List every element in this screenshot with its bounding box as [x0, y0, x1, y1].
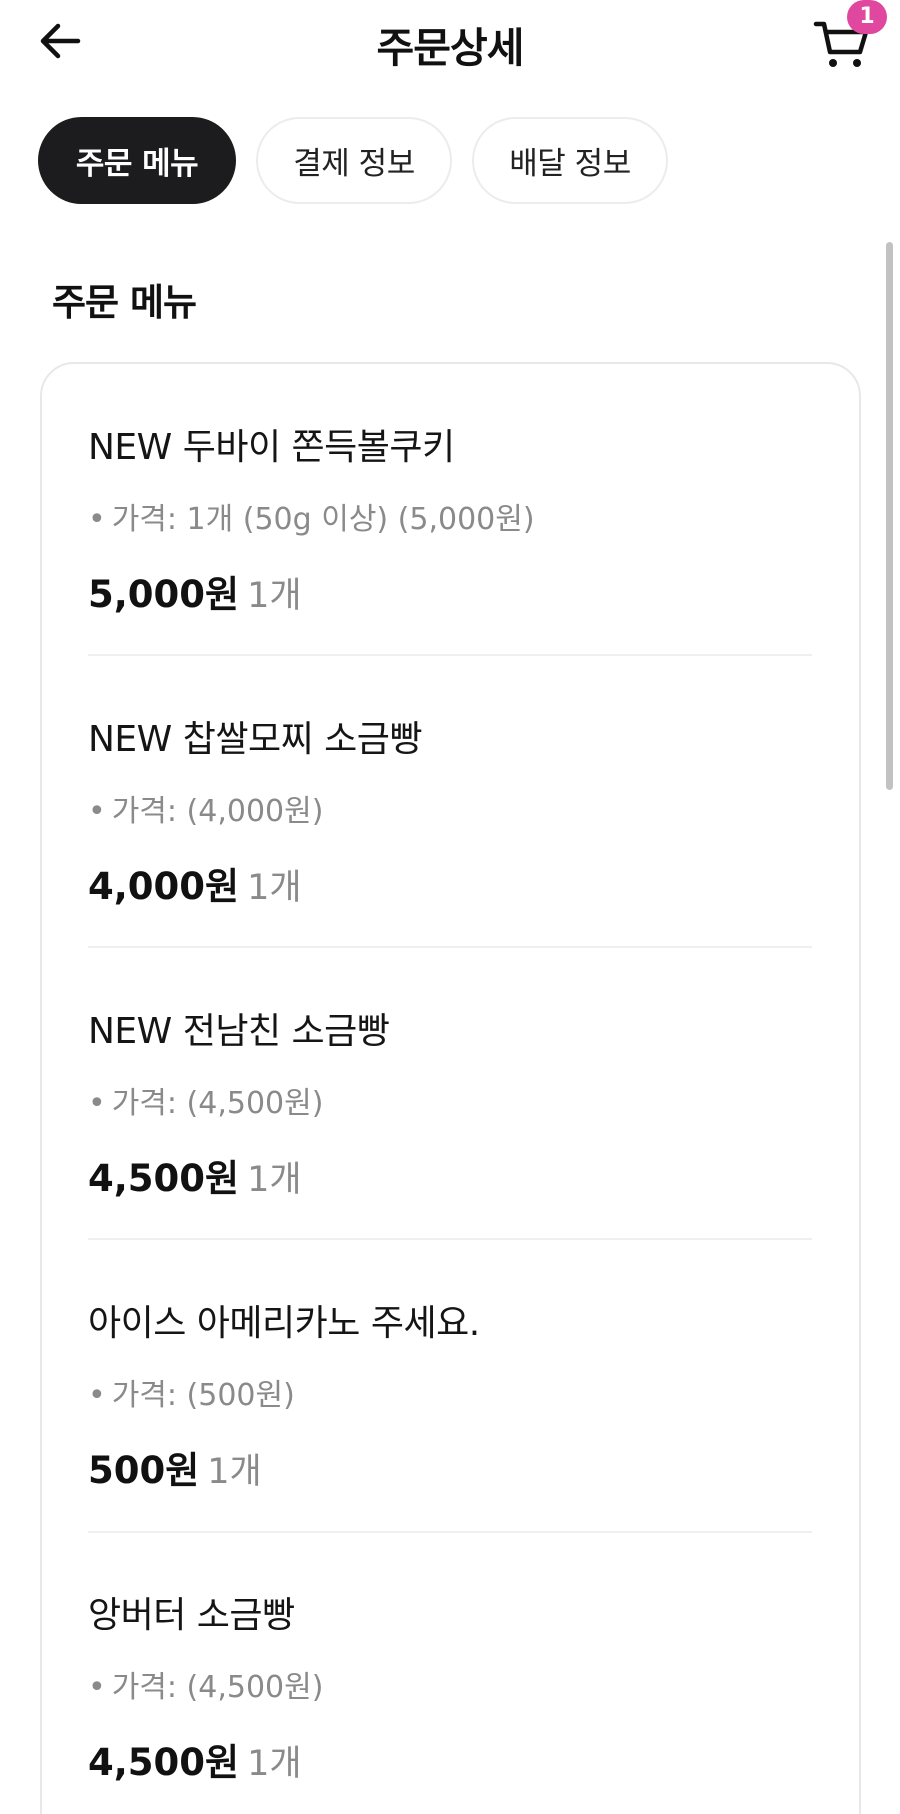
order-item: NEW 찹쌀모찌 소금빵 • 가격: (4,000원) 4,000원 1개 [88, 710, 812, 910]
bullet: • [88, 1378, 106, 1413]
item-name: NEW 두바이 쫀득볼쿠키 [88, 427, 455, 468]
item-option: • 가격: 1개 (50g 이상) (5,000원) [88, 494, 812, 538]
tab-delivery-info[interactable]: 배달 정보 [472, 117, 668, 204]
item-option-text: 가격: (4,000원) [111, 794, 324, 829]
item-option-text: 가격: (500원) [111, 1378, 295, 1413]
item-quantity: 1개 [247, 1744, 302, 1784]
item-option-text: 가격: (4,500원) [111, 1670, 324, 1705]
item-price-row: 5,000원 1개 [88, 564, 812, 618]
item-price: 4,500원 [88, 1741, 240, 1784]
item-quantity: 1개 [247, 868, 302, 908]
item-name: 아이스 아메리카노 주세요. [88, 1303, 480, 1344]
item-divider [88, 1238, 812, 1240]
item-quantity: 1개 [207, 1452, 262, 1492]
tab-bar: 주문 메뉴 결제 정보 배달 정보 [38, 117, 668, 204]
tab-payment-info[interactable]: 결제 정보 [256, 117, 452, 204]
item-option: • 가격: (4,500원) [88, 1662, 812, 1706]
item-price: 4,000원 [88, 865, 240, 908]
item-price-row: 4,500원 1개 [88, 1732, 812, 1786]
item-price-row: 4,000원 1개 [88, 856, 812, 910]
order-item: 앙버터 소금빵 • 가격: (4,500원) 4,500원 1개 [88, 1586, 812, 1786]
item-name: NEW 찹쌀모찌 소금빵 [88, 719, 423, 760]
item-divider [88, 946, 812, 948]
tab-order-menu[interactable]: 주문 메뉴 [38, 117, 236, 204]
section-title: 주문 메뉴 [52, 281, 197, 324]
item-price-row: 500원 1개 [88, 1440, 812, 1494]
item-price: 500원 [88, 1449, 200, 1492]
cart-count-badge: 1 [847, 0, 887, 34]
item-quantity: 1개 [247, 576, 302, 616]
item-divider [88, 654, 812, 656]
item-divider [88, 1531, 812, 1533]
item-option-text: 가격: (4,500원) [111, 1086, 324, 1121]
order-item: 아이스 아메리카노 주세요. • 가격: (500원) 500원 1개 [88, 1294, 812, 1494]
item-price: 5,000원 [88, 573, 240, 616]
item-price-row: 4,500원 1개 [88, 1148, 812, 1202]
order-detail-screen: 주문상세 1 주문 메뉴 결제 정보 배달 정보 주문 메뉴 NEW 두바이 쫀… [0, 0, 900, 1814]
bullet: • [88, 1086, 106, 1121]
header: 주문상세 1 [0, 0, 900, 80]
order-item: NEW 전남친 소금빵 • 가격: (4,500원) 4,500원 1개 [88, 1002, 812, 1202]
item-name: 앙버터 소금빵 [88, 1595, 295, 1636]
item-option: • 가격: (500원) [88, 1370, 812, 1414]
item-option: • 가격: (4,000원) [88, 786, 812, 830]
page-title: 주문상세 [376, 24, 525, 72]
bullet: • [88, 1670, 106, 1705]
item-option: • 가격: (4,500원) [88, 1078, 812, 1122]
order-item: NEW 두바이 쫀득볼쿠키 • 가격: 1개 (50g 이상) (5,000원) … [88, 418, 812, 618]
item-price: 4,500원 [88, 1157, 240, 1200]
scrollbar[interactable] [886, 242, 893, 790]
item-quantity: 1개 [247, 1160, 302, 1200]
bullet: • [88, 502, 106, 537]
item-option-text: 가격: 1개 (50g 이상) (5,000원) [111, 502, 535, 537]
bullet: • [88, 794, 106, 829]
item-name: NEW 전남친 소금빵 [88, 1011, 390, 1052]
